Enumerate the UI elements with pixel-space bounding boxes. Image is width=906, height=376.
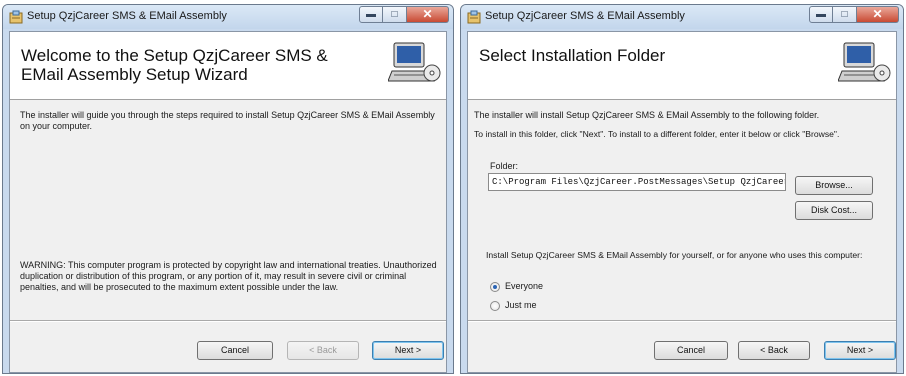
- footer: Cancel < Back Next >: [10, 322, 446, 372]
- setup-select-folder-window: Setup QzjCareer SMS & EMail Assembly ▬ □…: [460, 4, 904, 374]
- instructions-text: To install in this folder, click "Next".…: [474, 129, 840, 139]
- warning-text: WARNING: This computer program is protec…: [20, 260, 437, 292]
- dialog-client: Welcome to the Setup QzjCareer SMS & EMa…: [9, 31, 447, 373]
- setup-wizard-welcome-window: Setup QzjCareer SMS & EMail Assembly ▬ □…: [2, 4, 454, 374]
- radio-everyone-label[interactable]: Everyone: [505, 281, 543, 292]
- banner: Welcome to the Setup QzjCareer SMS & EMa…: [10, 32, 446, 100]
- dialog-body: The installer will guide you through the…: [10, 100, 446, 321]
- dialog-client: Select Installation Folder The installer…: [467, 31, 897, 373]
- page-title: Select Installation Folder: [479, 46, 666, 65]
- intro-text: The installer will guide you through the…: [20, 110, 435, 131]
- minimize-button[interactable]: ▬: [359, 6, 383, 23]
- next-button[interactable]: Next >: [824, 341, 896, 360]
- page-title: Welcome to the Setup QzjCareer SMS & EMa…: [21, 46, 328, 84]
- disk-cost-button[interactable]: Disk Cost...: [795, 201, 873, 220]
- computer-cd-icon: [838, 42, 891, 82]
- footer: Cancel < Back Next >: [468, 322, 896, 372]
- close-button[interactable]: ✕: [407, 6, 449, 23]
- radio-everyone[interactable]: [490, 282, 500, 292]
- cancel-button[interactable]: Cancel: [654, 341, 728, 360]
- maximize-button[interactable]: □: [383, 6, 407, 23]
- computer-cd-icon: [388, 42, 441, 82]
- caption-buttons: ▬ □ ✕: [809, 6, 899, 24]
- installer-app-icon: [9, 10, 23, 24]
- folder-label: Folder:: [490, 161, 519, 171]
- next-button[interactable]: Next >: [372, 341, 444, 360]
- back-button[interactable]: < Back: [738, 341, 810, 360]
- browse-button[interactable]: Browse...: [795, 176, 873, 195]
- radio-just-me-label[interactable]: Just me: [505, 300, 537, 311]
- install-location-text: The installer will install Setup QzjCare…: [474, 110, 820, 120]
- close-button[interactable]: ✕: [857, 6, 899, 23]
- folder-input[interactable]: C:\Program Files\QzjCareer.PostMessages\…: [488, 173, 786, 191]
- window-title: Setup QzjCareer SMS & EMail Assembly: [485, 10, 685, 22]
- banner: Select Installation Folder: [468, 32, 896, 100]
- radio-just-me[interactable]: [490, 301, 500, 311]
- install-for-text: Install Setup QzjCareer SMS & EMail Asse…: [486, 250, 863, 260]
- title-bar[interactable]: Setup QzjCareer SMS & EMail Assembly ▬ □…: [461, 5, 903, 29]
- title-bar[interactable]: Setup QzjCareer SMS & EMail Assembly ▬ □…: [3, 5, 453, 29]
- dialog-body: The installer will install Setup QzjCare…: [468, 100, 896, 321]
- caption-buttons: ▬ □ ✕: [359, 6, 449, 24]
- cancel-button[interactable]: Cancel: [197, 341, 273, 360]
- minimize-button[interactable]: ▬: [809, 6, 833, 23]
- window-title: Setup QzjCareer SMS & EMail Assembly: [27, 10, 227, 22]
- back-button[interactable]: < Back: [287, 341, 359, 360]
- maximize-button[interactable]: □: [833, 6, 857, 23]
- installer-app-icon: [467, 10, 481, 24]
